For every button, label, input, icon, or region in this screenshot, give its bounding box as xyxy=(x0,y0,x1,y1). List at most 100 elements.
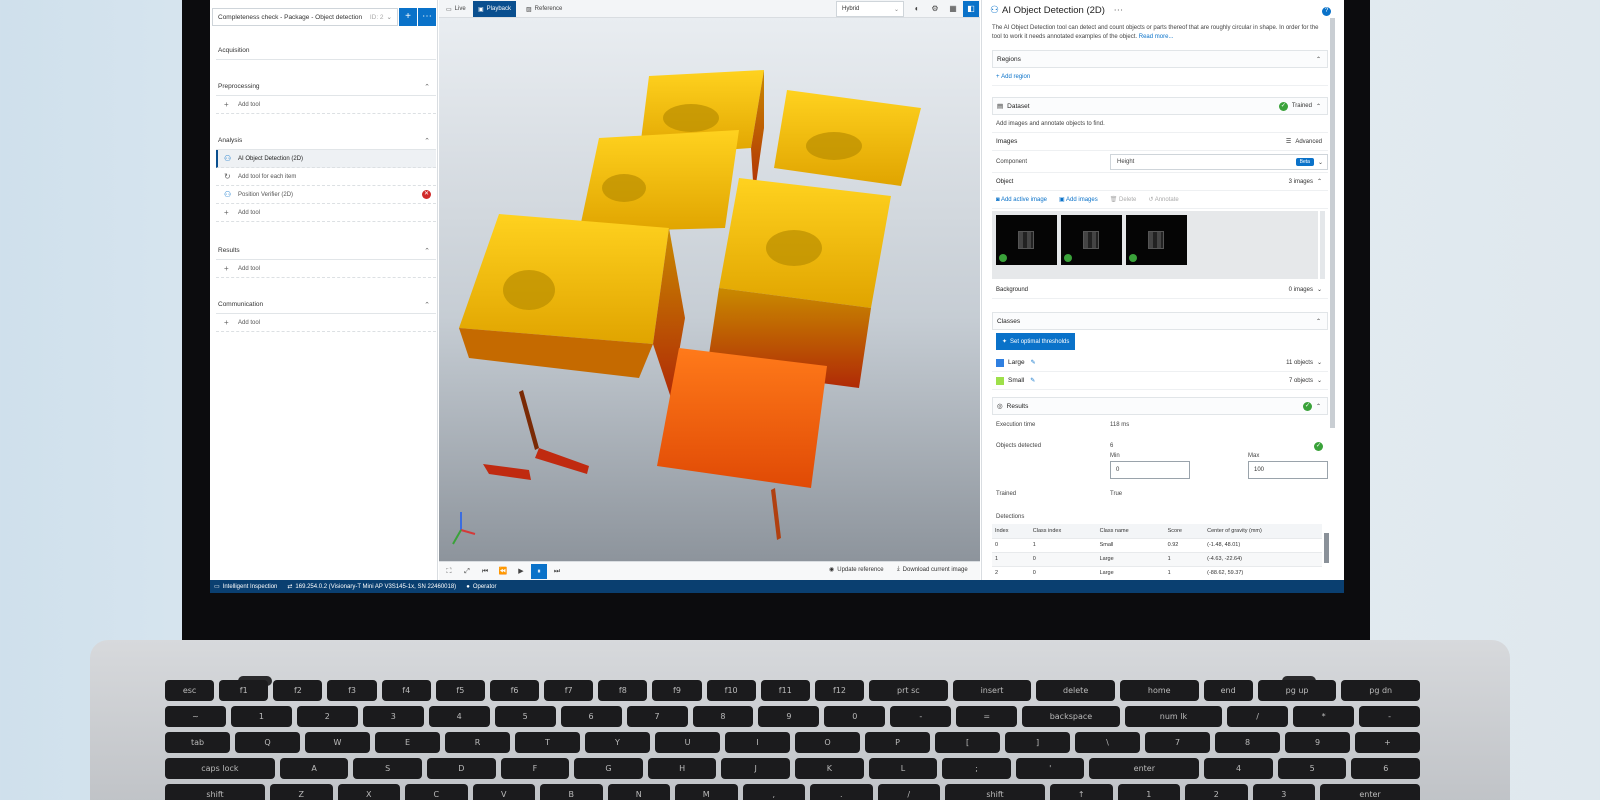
chevron-up-icon: ⌃ xyxy=(1315,56,1321,63)
tool-row[interactable]: + Add tool xyxy=(216,96,436,114)
advanced-button[interactable]: ☰ Advanced xyxy=(1286,138,1322,146)
read-more-link[interactable]: Read more... xyxy=(1139,34,1174,40)
tool-row[interactable]: + Add tool xyxy=(216,260,436,278)
keyboard-key: ] xyxy=(1005,732,1070,753)
keyboard-key: * xyxy=(1293,706,1355,727)
class-row[interactable]: Large ✎ 11 objects ⌄ xyxy=(992,354,1328,372)
fullscreen-icon[interactable]: ⤢ xyxy=(459,564,475,579)
pause-icon[interactable]: ⏸ xyxy=(531,564,547,579)
tool-row[interactable]: ↻ Add tool for each item xyxy=(216,168,436,186)
first-frame-icon[interactable]: ⏮ xyxy=(477,564,493,579)
dataset-status: Trained xyxy=(1291,103,1312,109)
info-panel-icon[interactable]: ◧ xyxy=(963,1,979,17)
column-header[interactable]: Center of gravity (mm) xyxy=(1204,524,1322,539)
gear-icon[interactable]: ⚙ xyxy=(927,1,943,17)
more-icon[interactable]: ⋯ xyxy=(1114,5,1124,16)
dataset-header[interactable]: ▤ Dataset ✓ Trained ⌃ xyxy=(992,97,1328,115)
tool-row[interactable]: + Add tool xyxy=(216,204,436,222)
tool-row[interactable]: ⚇ Position Verifier (2D) ✕ xyxy=(216,186,436,204)
column-header[interactable]: Class index xyxy=(1029,524,1097,539)
set-optimal-thresholds-button[interactable]: ✦ Set optimal thresholds xyxy=(996,333,1076,350)
class-row[interactable]: Small ✎ 7 objects ⌄ xyxy=(992,372,1328,390)
chevron-down-icon: ⌄ xyxy=(1316,378,1322,384)
dataset-select[interactable]: Completeness check - Package - Object de… xyxy=(212,8,398,26)
delete-button[interactable]: 🗑 Delete xyxy=(1110,196,1137,203)
section-header[interactable]: Acquisition xyxy=(216,42,436,60)
table-row[interactable]: 2 0 Large 1 (-88.62, 59.37) xyxy=(992,566,1322,580)
keyboard-key: - xyxy=(890,706,952,727)
edit-icon[interactable]: ✎ xyxy=(1031,359,1036,366)
annotate-button[interactable]: ↺ Annotate xyxy=(1148,196,1178,203)
thumbnail-image[interactable] xyxy=(1061,215,1122,265)
table-row[interactable]: 1 0 Large 1 (-4.63, -22.64) xyxy=(992,552,1322,567)
table-row[interactable]: 0 1 Small 0.92 (-1.48, 48.01) xyxy=(992,538,1322,553)
add-images-button[interactable]: ▣ Add images xyxy=(1059,196,1098,203)
next-frame-icon[interactable]: ⏭ xyxy=(549,564,565,579)
results-header[interactable]: ◎ Results ✓ ⌃ xyxy=(992,397,1328,415)
column-header[interactable]: Score xyxy=(1164,524,1205,539)
component-select[interactable]: Height Beta ⌄ xyxy=(1110,154,1328,170)
tool-row[interactable]: ⚇ AI Object Detection (2D) xyxy=(216,150,436,168)
view-mode-select[interactable]: Hybrid ⌄ xyxy=(836,1,904,17)
detections-label: Detections xyxy=(996,514,1025,520)
layout-icon[interactable]: ▦ xyxy=(945,1,961,17)
keyboard-key: 4 xyxy=(428,706,490,727)
thumbnail-content xyxy=(1148,231,1164,249)
keyboard: esc f1 f2 f3 f4 f5 f6 f7 f8 f9 f10 f11 f12 prt sc inse… xyxy=(165,680,1421,800)
download-image-button[interactable]: ⤓ Download current image xyxy=(897,566,968,573)
detections-table: Index Class index Class name Score Center of… xyxy=(992,524,1322,580)
tool-row[interactable]: + Add tool xyxy=(216,314,436,332)
previous-frame-icon[interactable]: ⏪ xyxy=(495,564,511,579)
panel-scrollbar[interactable] xyxy=(1330,18,1335,428)
keyboard-key: esc xyxy=(165,680,215,701)
regions-header[interactable]: Regions ⌃ xyxy=(992,50,1328,68)
tab-playback[interactable]: ▣ Playback xyxy=(473,1,517,17)
keyboard-key: 5 xyxy=(494,706,556,727)
check-icon: ✓ xyxy=(1278,101,1288,111)
table-scrollbar[interactable] xyxy=(1324,533,1329,563)
help-icon[interactable]: ? xyxy=(1322,7,1331,16)
device-info: 169.254.0.2 (Visionary-T Mini AP V3S145-… xyxy=(295,583,457,590)
point-cloud-view[interactable] xyxy=(439,18,980,561)
chevron-down-icon: ⌄ xyxy=(1317,159,1323,166)
column-header[interactable]: Index xyxy=(992,524,1030,539)
column-header[interactable]: Class name xyxy=(1096,524,1165,539)
keyboard-key: caps lock xyxy=(165,758,275,779)
section-header[interactable]: Results ⌃ xyxy=(216,242,436,260)
add-button[interactable]: + xyxy=(399,8,417,26)
background-row[interactable]: Background 0 images ⌄ xyxy=(992,281,1328,299)
section-header[interactable]: Preprocessing ⌃ xyxy=(216,78,436,96)
keyboard-key: end xyxy=(1203,680,1253,701)
keyboard-key: f2 xyxy=(273,680,323,701)
keyboard-key: f3 xyxy=(327,680,377,701)
thumbnail-scrollbar[interactable] xyxy=(1320,211,1325,279)
play-icon[interactable]: ▶ xyxy=(513,564,529,579)
keyboard-key: f4 xyxy=(381,680,431,701)
chevron-down-icon: ⌄ xyxy=(1316,287,1322,293)
palette-icon[interactable]: ◐ xyxy=(909,1,925,17)
edit-icon[interactable]: ✎ xyxy=(1030,377,1035,384)
remove-icon[interactable]: ✕ xyxy=(422,190,431,199)
section-header[interactable]: Communication ⌃ xyxy=(216,296,436,314)
background-count: 0 images xyxy=(1288,286,1313,293)
thumbnail-image[interactable] xyxy=(996,215,1057,265)
class-name: Large xyxy=(1008,359,1025,366)
classes-header[interactable]: Classes ⌃ xyxy=(992,312,1328,330)
object-row[interactable]: Object 3 images ⌃ xyxy=(992,173,1328,191)
thumbnail-image[interactable] xyxy=(1126,215,1187,265)
advanced-label: Advanced xyxy=(1295,138,1322,145)
status-user[interactable]: ● Operator xyxy=(466,584,496,590)
min-input[interactable]: 0 xyxy=(1110,461,1190,479)
add-region-button[interactable]: + Add region xyxy=(992,68,1328,86)
max-input[interactable]: 100 xyxy=(1248,461,1328,479)
tab-live[interactable]: ▭ Live xyxy=(441,1,471,17)
section-header[interactable]: Analysis ⌃ xyxy=(216,132,436,150)
update-reference-button[interactable]: ◉ Update reference xyxy=(829,566,884,574)
keyboard-key: home xyxy=(1119,680,1199,701)
keyboard-key: delete xyxy=(1036,680,1115,701)
status-device[interactable]: ⇄ 169.254.0.2 (Visionary-T Mini AP V3S145… xyxy=(287,583,457,591)
add-active-image-button[interactable]: ◙ Add active image xyxy=(996,197,1047,203)
tab-reference[interactable]: ▨ Reference xyxy=(521,1,567,17)
more-menu-button[interactable]: ⋯ xyxy=(418,8,436,26)
fit-view-icon[interactable]: ⛶ xyxy=(441,564,457,579)
